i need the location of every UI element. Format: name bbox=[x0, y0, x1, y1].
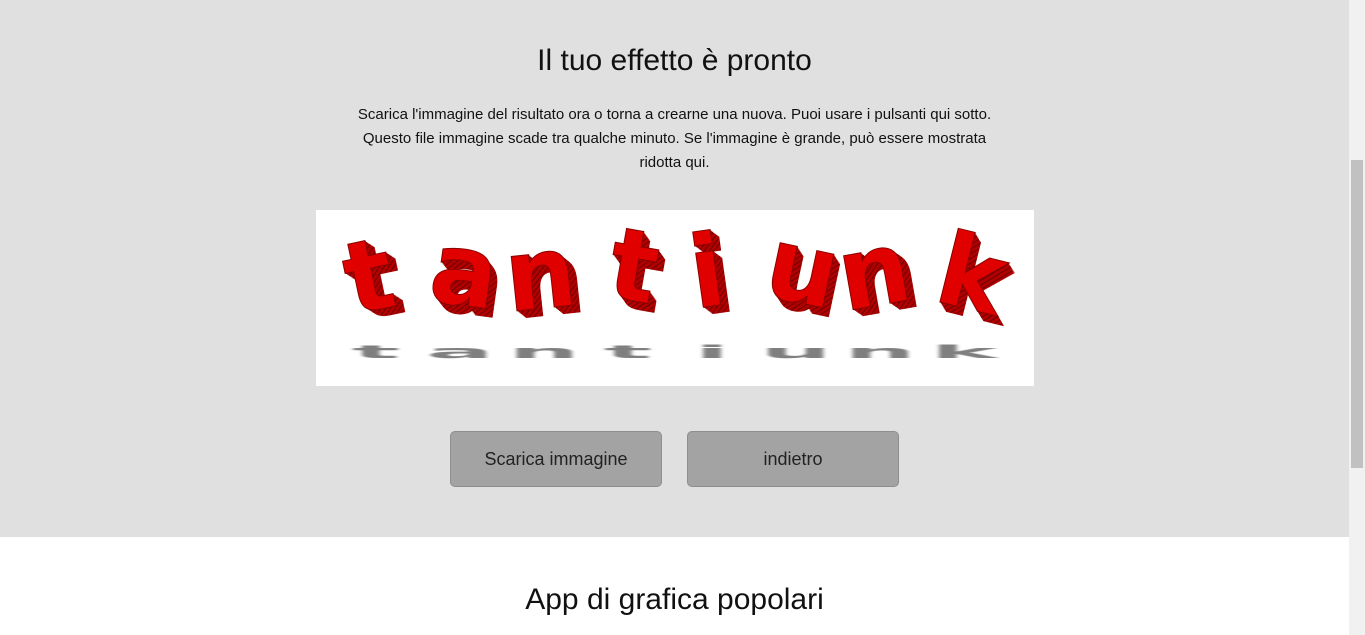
effect-shadow-letter: u bbox=[760, 341, 831, 362]
vertical-scrollbar[interactable] bbox=[1349, 0, 1365, 635]
result-section: Il tuo effetto è pronto Scarica l'immagi… bbox=[0, 0, 1349, 537]
result-image: tantiunk ttttttttttaaaaaaaaaannnnnnnnnnt… bbox=[316, 210, 1034, 386]
effect-letter-face: n bbox=[499, 212, 582, 336]
effect-shadow-letter: n bbox=[844, 341, 915, 362]
effect-letter: iiiiiiiiii bbox=[682, 211, 742, 339]
effect-letter: kkkkkkkkkk bbox=[925, 210, 1027, 350]
popular-apps-section: App di grafica popolari bbox=[0, 537, 1349, 635]
result-effect-graphic: tantiunk tttttttttt aaaaaaaaaa nnnnnnnnnn t… bbox=[333, 210, 1027, 362]
effect-reflection: tantiunk bbox=[352, 341, 1000, 362]
popular-apps-title: App di grafica popolari bbox=[525, 583, 824, 616]
effect-shadow-letter: a bbox=[426, 341, 493, 362]
effect-shadow-letter: i bbox=[695, 341, 729, 362]
effect-letter: nnnnnnnnnn bbox=[498, 211, 590, 343]
effect-letter: nnnnnnnnnn bbox=[828, 210, 928, 341]
download-image-button[interactable]: Scarica immagine bbox=[450, 431, 662, 487]
result-title: Il tuo effetto è pronto bbox=[537, 44, 812, 77]
effect-letters: tttttttttt aaaaaaaaaa nnnnnnnnnn tttttttttt… bbox=[333, 210, 1027, 350]
effect-shadow-letter: n bbox=[508, 341, 579, 362]
back-button[interactable]: indietro bbox=[687, 431, 899, 487]
result-description: Scarica l'immagine del risultato ora o t… bbox=[357, 106, 992, 171]
effect-letter: tttttttttt bbox=[600, 210, 674, 337]
effect-shadow-letter: t bbox=[352, 341, 400, 362]
scrollbar-thumb[interactable] bbox=[1351, 160, 1363, 468]
effect-shadow-letter: t bbox=[604, 341, 652, 362]
page: Il tuo effetto è pronto Scarica l'immagi… bbox=[0, 0, 1349, 635]
effect-letter: tttttttttt bbox=[333, 214, 414, 345]
